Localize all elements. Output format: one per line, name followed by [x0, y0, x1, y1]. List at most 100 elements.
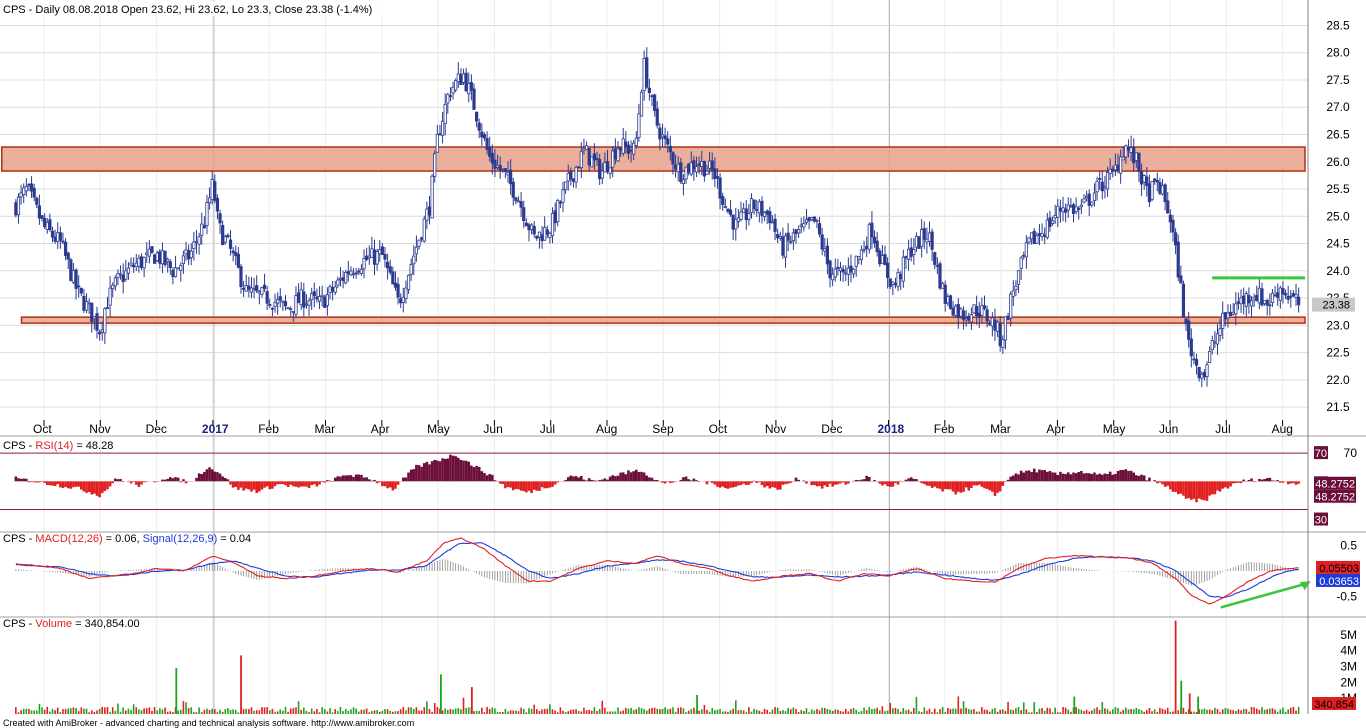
candle-body	[438, 133, 442, 136]
candle-body	[1192, 358, 1196, 361]
candle-body	[202, 225, 206, 228]
candle-body	[914, 235, 919, 248]
candle-body	[1202, 372, 1206, 378]
candle-body	[63, 241, 68, 256]
candle-body	[451, 86, 455, 94]
candle-body	[412, 255, 416, 265]
candle-body	[53, 236, 57, 242]
candle-body	[694, 166, 699, 173]
macd-title-signal-value: = 0.04	[220, 533, 251, 545]
candle-body	[1286, 295, 1290, 300]
candle-body	[1011, 290, 1015, 297]
candle-body	[684, 166, 688, 180]
price-y-tick-label: 27.5	[1326, 73, 1350, 87]
candle-body	[878, 250, 882, 265]
candle-body	[286, 307, 290, 310]
candle-body	[844, 272, 848, 275]
candle-body	[904, 256, 908, 259]
candle-body	[221, 224, 225, 246]
candle-body	[244, 285, 248, 292]
candle-body	[158, 251, 162, 264]
candle-body	[511, 181, 515, 198]
candle-body	[296, 292, 301, 304]
candle-body	[783, 235, 788, 258]
candle-body	[705, 170, 709, 175]
candle-body	[223, 236, 227, 243]
volume-y-tick-label: 3M	[1340, 660, 1357, 674]
candle-body	[281, 300, 285, 303]
candle-body	[16, 196, 21, 216]
candle-body	[215, 197, 220, 212]
candle-body	[231, 250, 235, 254]
x-tick-label: Apr	[371, 422, 390, 436]
candle-body	[153, 254, 157, 264]
candle-body	[964, 318, 968, 321]
candle-body	[433, 153, 437, 177]
candle-body	[954, 305, 958, 316]
candle-body	[857, 256, 861, 260]
svg-text:23.38: 23.38	[1322, 300, 1350, 312]
candle-body	[1071, 204, 1076, 214]
candle-body	[1147, 183, 1152, 203]
candle-body	[171, 269, 175, 277]
x-tick-label: Apr	[1046, 422, 1065, 436]
chart-background	[0, 0, 1366, 728]
candle-body	[865, 245, 869, 249]
candle-body	[197, 236, 201, 245]
candle-body	[1239, 297, 1243, 305]
candle-body	[150, 246, 154, 253]
candle-body	[155, 252, 159, 261]
candle-body	[43, 217, 47, 228]
candle-body	[990, 317, 994, 327]
candle-body	[700, 161, 704, 167]
candle-body	[522, 207, 526, 222]
candle-body	[650, 95, 654, 98]
x-tick-label: 2018	[878, 422, 905, 436]
candle-body	[778, 236, 782, 239]
candle-body	[828, 260, 832, 279]
volume-title-indicator: Volume	[35, 618, 72, 630]
candle-body	[1270, 292, 1275, 304]
candle-body	[205, 202, 209, 227]
candle-body	[1291, 293, 1296, 297]
signal-value-tag: 0.03653	[1319, 576, 1359, 588]
candle-body	[493, 159, 497, 169]
candle-body	[595, 158, 599, 160]
candle-body	[734, 218, 738, 230]
candle-body	[1145, 176, 1149, 187]
candle-body	[425, 208, 429, 221]
candle-body	[328, 286, 332, 294]
last-price-tag: 23.38	[1312, 297, 1355, 312]
candle-body	[45, 222, 49, 230]
candle-body	[213, 181, 217, 201]
candle-body	[906, 248, 911, 260]
candle-body	[443, 104, 447, 124]
candle-body	[823, 248, 827, 252]
candle-body	[770, 221, 775, 224]
candle-body	[692, 160, 696, 170]
rsi-band-tag: 30	[1315, 515, 1327, 527]
candle-body	[480, 131, 484, 138]
candle-body	[1103, 186, 1107, 189]
candle-body	[1155, 180, 1159, 183]
candle-body	[464, 72, 468, 92]
x-tick-label: Mar	[990, 422, 1011, 436]
candle-body	[1213, 341, 1217, 344]
candle-body	[1244, 293, 1248, 307]
candle-body	[291, 311, 295, 313]
candle-body	[548, 232, 552, 238]
candle-body	[681, 179, 686, 184]
candle-body	[179, 264, 183, 271]
candle-body	[1009, 293, 1013, 319]
candle-body	[71, 270, 76, 283]
candle-body	[82, 295, 86, 311]
candle-body	[422, 218, 426, 242]
candle-body	[985, 309, 989, 322]
candle-body	[1066, 204, 1070, 211]
candle-body	[1111, 168, 1115, 171]
candle-body	[24, 185, 28, 192]
candle-body	[446, 94, 450, 104]
rsi-title-prefix: CPS -	[3, 440, 35, 452]
candle-body	[370, 248, 374, 258]
candle-body	[103, 308, 107, 334]
